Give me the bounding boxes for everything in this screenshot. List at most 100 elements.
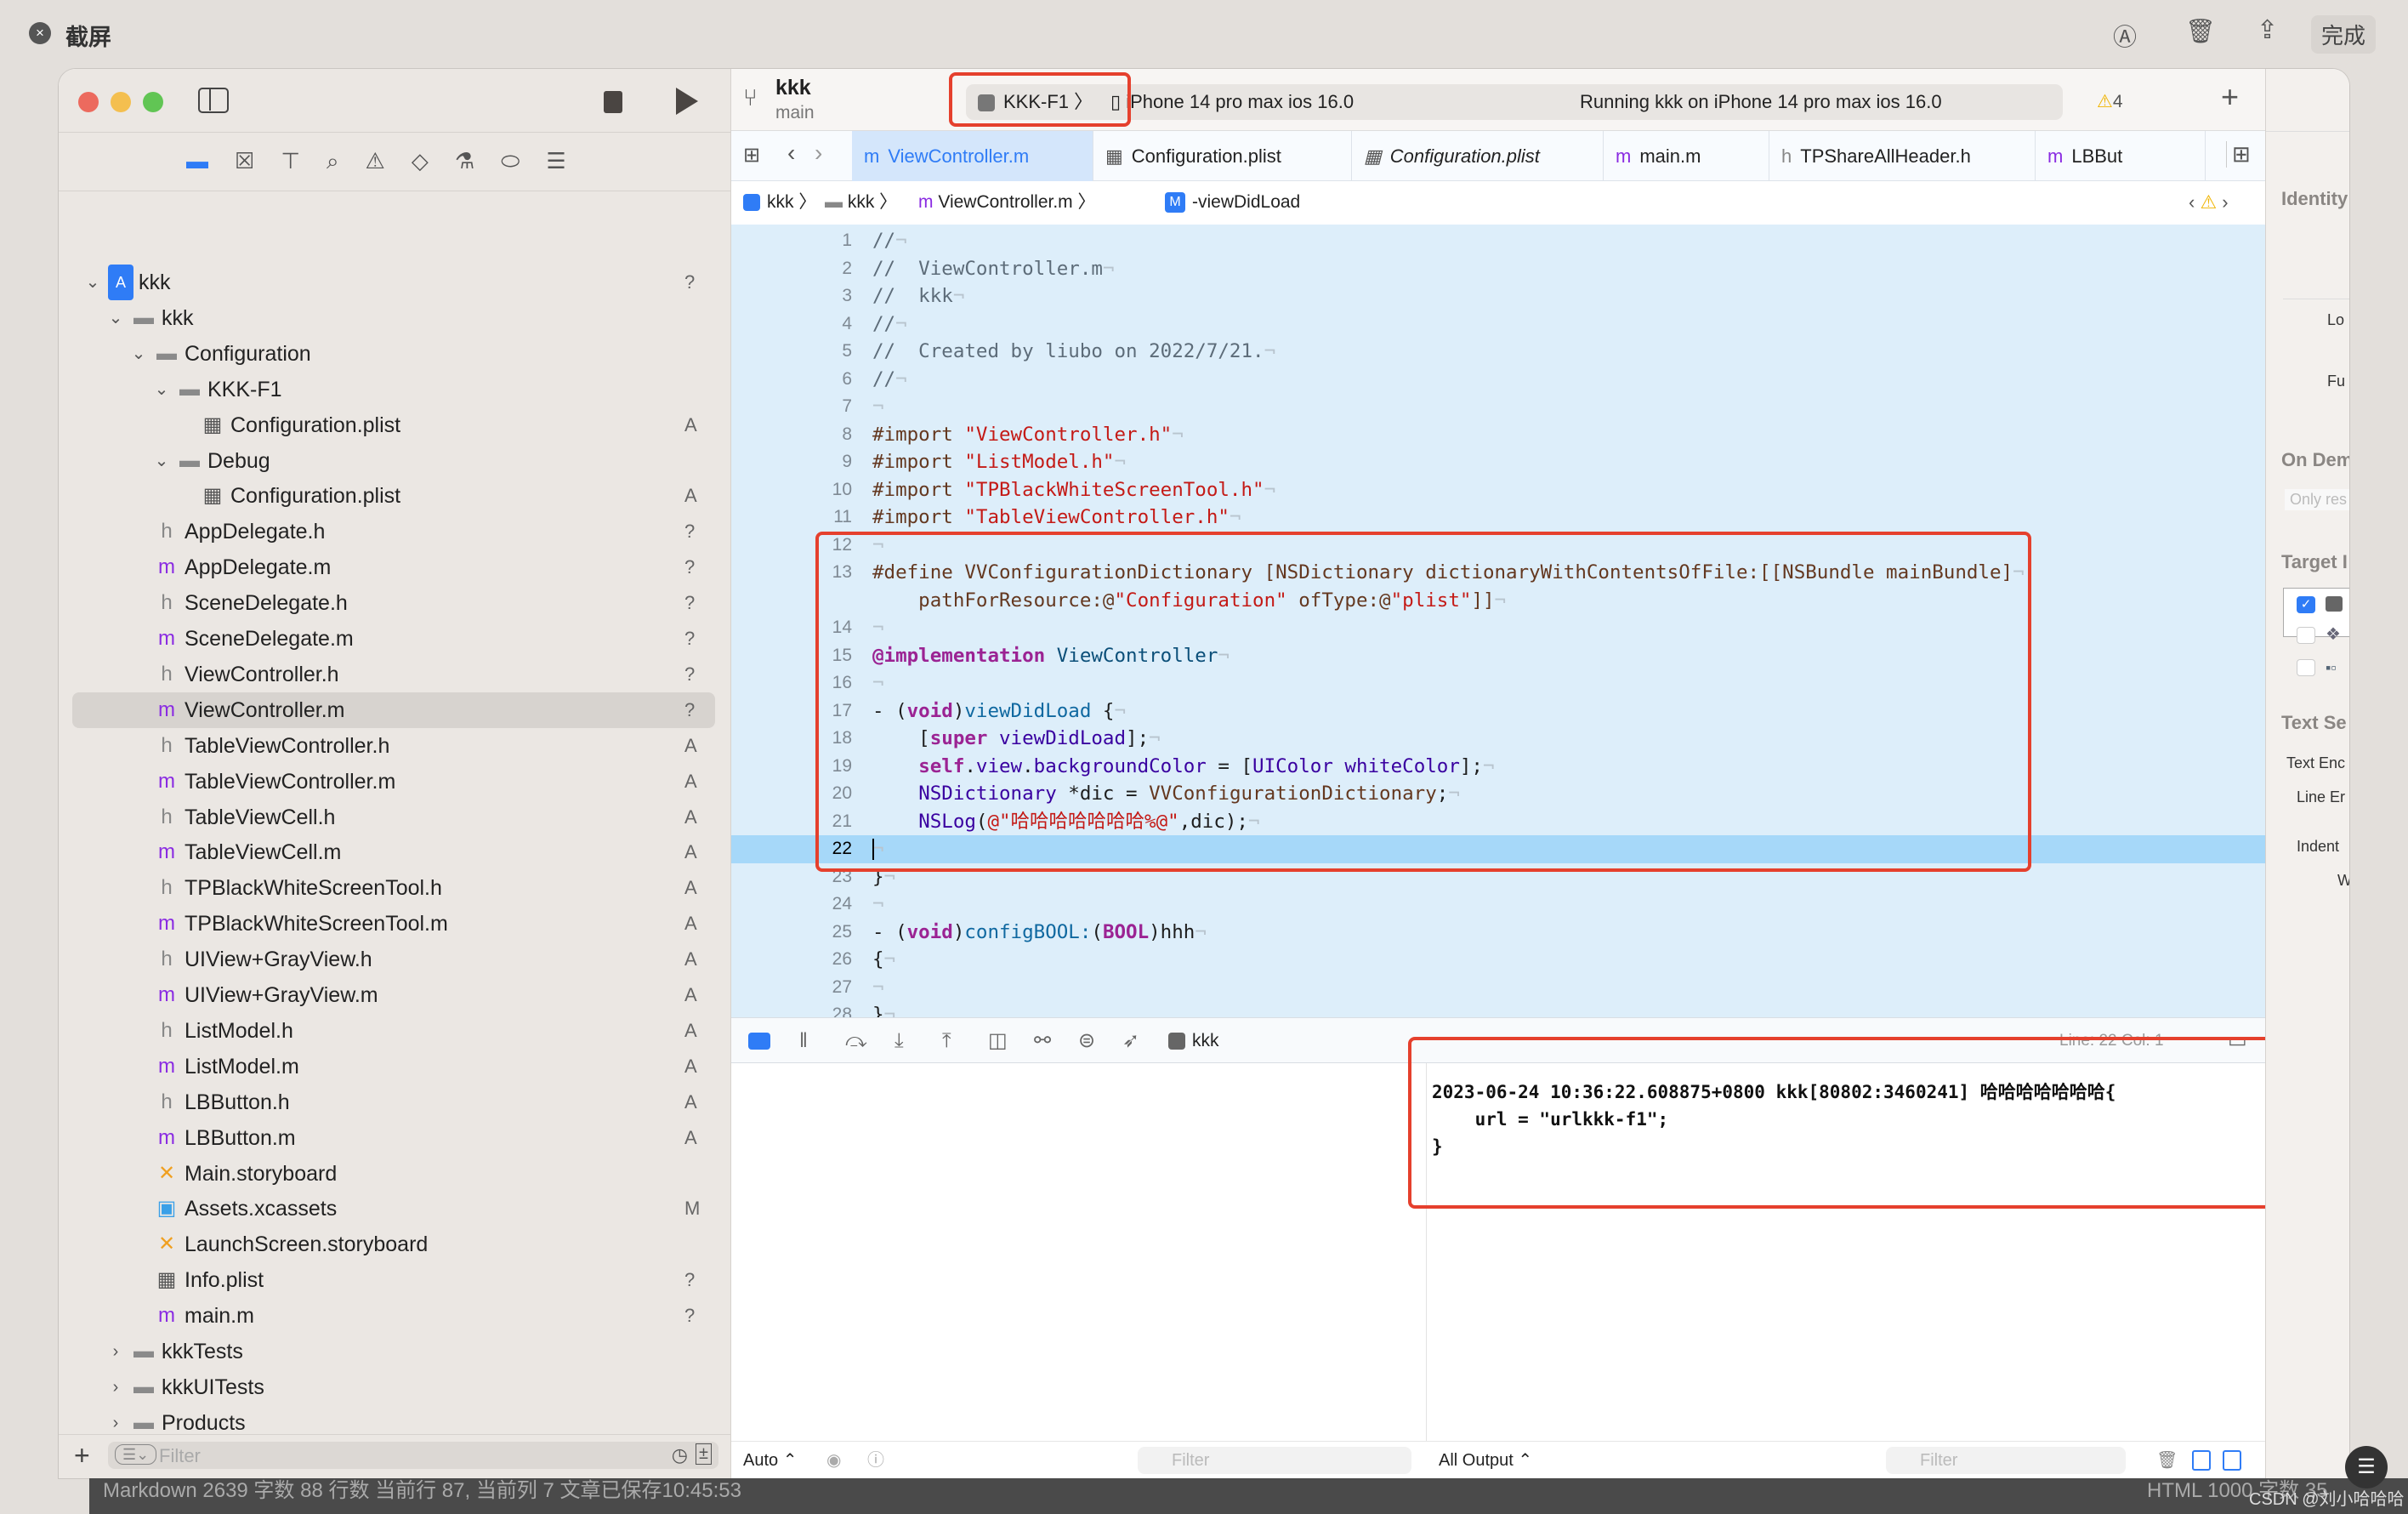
target-checkbox-uitests[interactable]: [2297, 659, 2315, 676]
variables-view[interactable]: [731, 1063, 1427, 1441]
step-over-button[interactable]: ⤼: [845, 1018, 867, 1064]
symbol-navigator-icon[interactable]: ⊤: [281, 140, 300, 181]
chat-widget-icon[interactable]: ☰: [2345, 1446, 2388, 1488]
find-navigator-icon[interactable]: ⌕: [327, 140, 339, 181]
console-output-select[interactable]: All Output ⌃: [1439, 1442, 1532, 1478]
file-tree-item[interactable]: m TableViewController.m A: [59, 764, 731, 800]
chevron-right-icon[interactable]: ›: [107, 1334, 124, 1369]
file-tree-item[interactable]: ▦ Configuration.plist A: [59, 478, 731, 514]
chevron-down-icon[interactable]: ⌄: [153, 443, 170, 479]
process-target[interactable]: kkk: [1168, 1018, 1219, 1064]
file-tree-item[interactable]: ⌄ ▬ kkk: [59, 300, 731, 336]
step-out-button[interactable]: ⤒: [942, 1018, 951, 1064]
file-tree-item[interactable]: m ListModel.m A: [59, 1049, 731, 1084]
minimize-window-button[interactable]: [111, 92, 131, 112]
chevron-down-icon[interactable]: ⌄: [107, 300, 124, 336]
file-tree-item[interactable]: h TPBlackWhiteScreenTool.h A: [59, 870, 731, 906]
pause-button[interactable]: ‖: [799, 1018, 808, 1064]
jumpbar-method[interactable]: M -viewDidLoad: [1165, 181, 1300, 224]
clear-console-icon[interactable]: 🗑: [2156, 1442, 2178, 1478]
editor-options-icon[interactable]: ⊞: [2226, 141, 2251, 168]
file-tree-item[interactable]: m UIView+GrayView.m A: [59, 977, 731, 1013]
sidebar-filter-field[interactable]: ☰⌄ Filter ◷ ±: [108, 1442, 718, 1469]
file-tree-item[interactable]: m main.m?: [59, 1298, 731, 1334]
chevron-down-icon[interactable]: ⌄: [130, 336, 147, 372]
report-navigator-icon[interactable]: ☰: [546, 140, 565, 181]
target-checkbox-app[interactable]: ✓: [2297, 596, 2315, 613]
share-icon[interactable]: ⇪: [2257, 15, 2278, 45]
close-icon[interactable]: ×: [29, 22, 51, 44]
file-tree-item[interactable]: h UIView+GrayView.h A: [59, 942, 731, 977]
chevron-down-icon[interactable]: ⌄: [84, 265, 101, 300]
console-filter-field[interactable]: Filter: [1886, 1447, 2126, 1474]
project-navigator-icon[interactable]: ▬: [186, 140, 208, 181]
file-tree-item[interactable]: m ViewController.m?: [72, 692, 715, 728]
file-tree-item[interactable]: › ▬ kkkUITests: [59, 1369, 731, 1405]
markup-icon[interactable]: Ⓐ: [2113, 19, 2137, 53]
zoom-window-button[interactable]: [143, 92, 163, 112]
source-control-icon[interactable]: ☒: [235, 140, 254, 181]
file-tree-item[interactable]: ⌄ ▬ Configuration: [59, 336, 731, 372]
file-tree-item[interactable]: h ViewController.h?: [59, 657, 731, 692]
file-tree-item[interactable]: h TableViewController.h A: [59, 728, 731, 764]
jumpbar-project[interactable]: kkk 〉: [743, 181, 816, 224]
file-tree-item[interactable]: ✕ LaunchScreen.storyboard: [59, 1227, 731, 1262]
chevron-right-icon[interactable]: ›: [107, 1369, 124, 1405]
view-hierarchy-button[interactable]: ◫: [988, 1018, 1008, 1064]
device-selector[interactable]: ▯ iPhone 14 pro max ios 16.0: [1110, 84, 1354, 120]
editor-tab[interactable]: h TPShareAllHeader.h: [1769, 131, 2036, 181]
file-tree-item[interactable]: m TPBlackWhiteScreenTool.m A: [59, 906, 731, 942]
issue-navigator-icon[interactable]: ⚠: [366, 140, 385, 181]
editor-tab[interactable]: m main.m: [1604, 131, 1769, 181]
info-icon[interactable]: ⓘ: [867, 1442, 884, 1478]
file-tree-item[interactable]: h SceneDelegate.h?: [59, 585, 731, 621]
file-tree-item[interactable]: ⌄ ▬ Debug: [59, 443, 731, 479]
file-tree-item[interactable]: ▦ Info.plist?: [59, 1262, 731, 1298]
memory-graph-button[interactable]: ⚯: [1034, 1018, 1051, 1064]
file-tree-item[interactable]: m SceneDelegate.m?: [59, 621, 731, 657]
file-tree-item[interactable]: › ▬ Products: [59, 1405, 731, 1441]
library-add-button[interactable]: +: [2221, 79, 2239, 115]
file-tree-item[interactable]: › ▬ kkkTests: [59, 1334, 731, 1369]
breakpoints-toggle[interactable]: [748, 1033, 770, 1050]
show-variables-toggle[interactable]: [2192, 1450, 2211, 1471]
stop-button[interactable]: [604, 91, 622, 113]
file-tree-item[interactable]: m LBButton.m A: [59, 1120, 731, 1156]
variables-filter-field[interactable]: Filter: [1138, 1447, 1411, 1474]
source-control-filter-icon[interactable]: ±: [696, 1443, 712, 1465]
file-tree-item[interactable]: ⌄ ▬ KKK-F1: [59, 372, 731, 407]
simulate-location-button[interactable]: ➶: [1122, 1018, 1139, 1064]
add-file-button[interactable]: +: [74, 1434, 90, 1477]
file-tree-item[interactable]: h LBButton.h A: [59, 1084, 731, 1120]
jumpbar-group[interactable]: ▬ kkk 〉: [825, 181, 897, 224]
jumpbar-file[interactable]: m ViewController.m 〉: [918, 181, 1096, 224]
issue-nav-arrows[interactable]: ‹ ⚠ ›: [2189, 181, 2229, 224]
file-tree-item[interactable]: ▦ Configuration.plist A: [59, 407, 731, 443]
file-tree-item[interactable]: ✕ Main.storyboard: [59, 1156, 731, 1192]
breakpoint-navigator-icon[interactable]: ⬭: [501, 140, 520, 181]
test-navigator-icon[interactable]: ◇: [412, 140, 429, 181]
chevron-right-icon[interactable]: ›: [107, 1405, 124, 1441]
file-tree-item[interactable]: m TableViewCell.m A: [59, 834, 731, 870]
step-into-button[interactable]: ⤓: [894, 1018, 904, 1064]
close-window-button[interactable]: [78, 92, 99, 112]
trash-icon[interactable]: 🗑: [2185, 17, 2216, 45]
on-demand-tags-field[interactable]: Only res: [2285, 489, 2349, 510]
editor-tab[interactable]: m ViewController.m: [852, 131, 1093, 181]
editor-tab[interactable]: ▦ Configuration.plist: [1093, 131, 1352, 181]
variables-scope-select[interactable]: Auto ⌃: [743, 1442, 797, 1478]
file-tree-item[interactable]: h ListModel.h A: [59, 1013, 731, 1049]
debug-navigator-icon[interactable]: ⚗: [455, 140, 474, 181]
run-button[interactable]: [676, 88, 698, 115]
warning-badge[interactable]: ⚠4: [2097, 91, 2123, 112]
quick-look-icon[interactable]: ◉: [826, 1442, 841, 1478]
show-console-toggle[interactable]: [2223, 1450, 2241, 1471]
recent-files-icon[interactable]: ◷: [672, 1444, 688, 1466]
file-tree-item[interactable]: h TableViewCell.h A: [59, 800, 731, 835]
editor-tab[interactable]: m LBBut: [2036, 131, 2206, 181]
file-tree-item[interactable]: ▣ Assets.xcassets M: [59, 1191, 731, 1227]
done-button[interactable]: 完成: [2311, 15, 2377, 54]
file-tree-item[interactable]: ⌄ Akkk?: [59, 265, 731, 300]
target-checkbox-tests[interactable]: [2297, 627, 2315, 644]
file-tree-item[interactable]: m AppDelegate.m?: [59, 549, 731, 585]
